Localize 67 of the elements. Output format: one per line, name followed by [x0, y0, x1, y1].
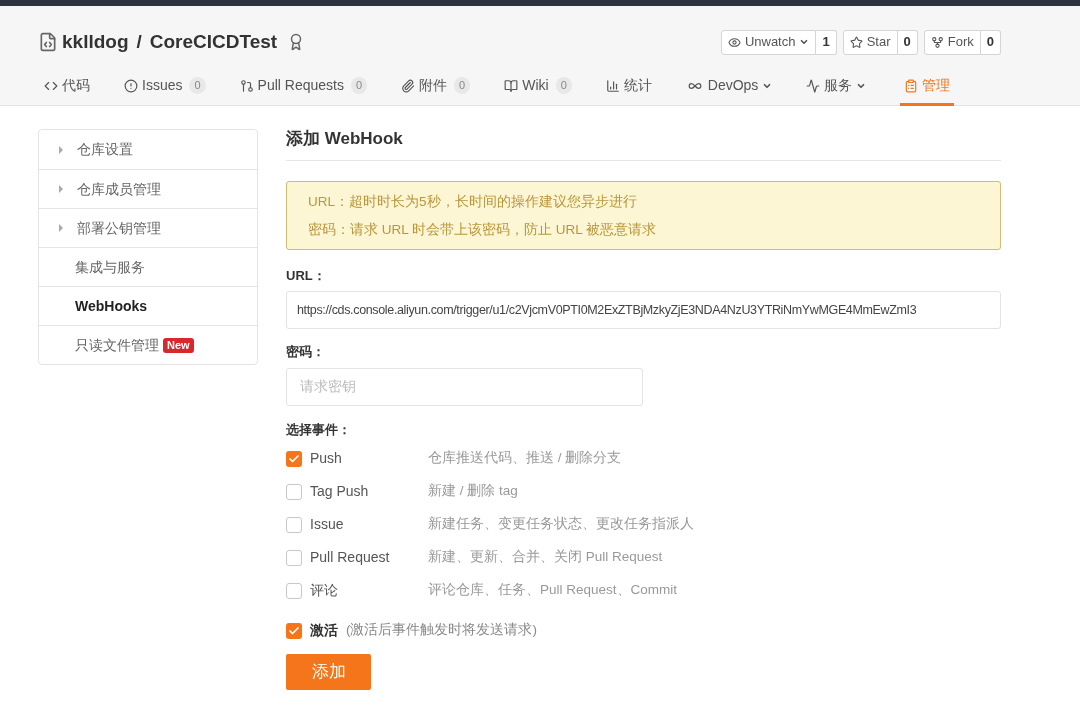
nav-tab[interactable]: DevOps — [685, 68, 773, 106]
count-badge: 0 — [454, 77, 471, 94]
event-description: 仓库推送代码、推送 / 删除分支 — [428, 449, 622, 468]
repo-action-button[interactable]: Unwatch — [720, 29, 817, 55]
alert-circle-icon — [124, 78, 138, 93]
pulse-icon — [806, 78, 821, 93]
fork-icon — [930, 35, 944, 49]
repo-action-button[interactable]: Star — [842, 29, 898, 55]
paperclip-icon — [401, 78, 416, 93]
event-description: 评论仓库、任务、Pull Request、Commit — [428, 581, 678, 600]
checkbox[interactable] — [286, 622, 302, 639]
check-icon — [288, 624, 300, 637]
checkbox[interactable] — [286, 450, 302, 467]
repo-name-link[interactable]: CoreCICDTest — [149, 27, 278, 57]
count-badge: 0 — [189, 77, 206, 94]
field-label: 选择事件： — [286, 420, 352, 439]
nav-tab[interactable]: Pull Requests 0 — [239, 68, 368, 106]
event-label: Issue — [310, 515, 345, 534]
bar-chart-icon — [605, 78, 620, 93]
event-description: 新建 / 删除 tag — [428, 482, 518, 501]
code-file-icon — [38, 32, 58, 52]
checkbox[interactable] — [286, 582, 302, 599]
repo-separator: / — [136, 29, 142, 54]
checkbox[interactable] — [286, 549, 302, 566]
checkbox[interactable] — [286, 483, 302, 500]
nav-tab[interactable]: 代码 — [44, 68, 90, 106]
count-badge: 0 — [351, 77, 368, 94]
count-badge: 0 — [555, 77, 572, 94]
repo-owner-link[interactable]: kklldog — [62, 27, 129, 57]
url-input[interactable]: https://cds.console.aliyun.com/trigger/u1/c2VjcmV0PTI0M2ExZTBjMzkyZjE3NDA4NzU3YTRiNmYwMGE4MmEwZmI3 — [286, 291, 1001, 329]
form-title: 添加 WebHook — [286, 126, 1001, 161]
clipboard-icon — [904, 78, 919, 93]
check-icon — [288, 452, 300, 465]
pull-request-icon — [239, 78, 254, 93]
new-badge: New — [163, 337, 194, 353]
sidebar-item[interactable]: WebHooks — [39, 286, 257, 325]
notice-text: 密码：请求 URL 时会带上该密码，防止 URL 被恶意请求 — [308, 220, 657, 239]
repo-action-count: 0 — [980, 29, 1001, 55]
field-label: URL： — [286, 266, 327, 285]
field-label: 密码： — [286, 343, 326, 361]
repo-action-button[interactable]: Fork — [923, 29, 981, 55]
event-label: 评论 — [310, 581, 339, 600]
nav-tab[interactable]: Wiki 0 — [504, 68, 572, 106]
repo-action-count: 1 — [816, 29, 837, 55]
repo-action-count: 0 — [897, 29, 918, 55]
nav-tab[interactable]: 统计 — [605, 68, 652, 106]
star-icon — [849, 35, 863, 49]
sidebar-item[interactable]: 只读文件管理 New — [39, 325, 257, 364]
event-label: Pull Request — [310, 548, 391, 567]
nav-tab[interactable]: 附件 0 — [401, 68, 471, 106]
eye-icon — [727, 35, 741, 49]
event-label: Push — [310, 449, 343, 468]
sidebar-item[interactable]: 仓库成员管理 — [39, 169, 257, 208]
checkbox[interactable] — [286, 516, 302, 533]
event-description: 新建、更新、合并、关闭 Pull Request — [428, 548, 663, 567]
sidebar-item[interactable]: 仓库设置 — [39, 130, 257, 169]
notice-text: URL：超时时长为5秒，长时间的操作建议您异步进行 — [308, 192, 638, 211]
password-input[interactable]: 请求密钥 — [286, 367, 643, 406]
nav-tab[interactable]: 服务 — [806, 68, 867, 106]
active-label: 激活 — [310, 621, 338, 640]
sidebar-item[interactable]: 部署公钥管理 — [39, 208, 257, 247]
book-icon — [504, 78, 519, 93]
event-description: 新建任务、变更任务状态、更改任务指派人 — [428, 515, 694, 534]
event-label: Tag Push — [310, 482, 370, 501]
nav-tab[interactable]: Issues 0 — [124, 68, 206, 106]
sidebar-item[interactable]: 集成与服务 — [39, 247, 257, 286]
active-hint: (激活后事件触发时将发送请求) — [346, 621, 537, 640]
